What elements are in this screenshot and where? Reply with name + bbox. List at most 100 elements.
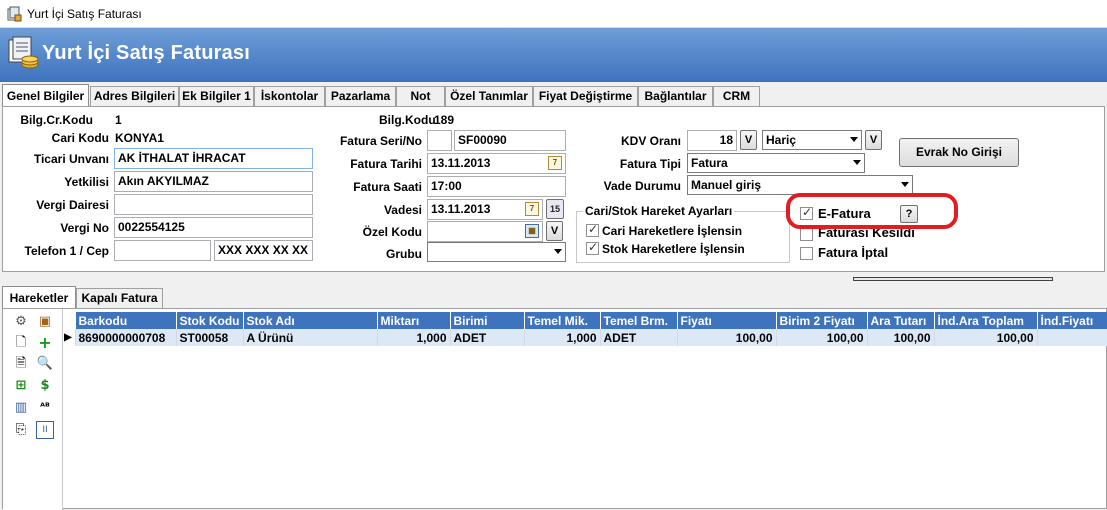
grid-cell[interactable]: ADET: [450, 329, 525, 346]
fatura-iptal-checkbox[interactable]: [800, 247, 813, 260]
add-icon[interactable]: +: [36, 334, 54, 352]
fatura-saati-input[interactable]: 17:00: [427, 176, 566, 197]
column-header[interactable]: Fiyatı: [677, 312, 777, 329]
grid-cell[interactable]: 1,000: [524, 329, 601, 346]
kdv-tipi-select[interactable]: Hariç: [762, 130, 862, 150]
search-icon[interactable]: 🔍: [36, 355, 54, 373]
table-row[interactable]: ▶ 8690000000708 ST00058 A Ürünü 1,000 AD…: [64, 329, 1107, 346]
cep-input[interactable]: XXX XXX XX XX: [214, 240, 313, 261]
grid-cell[interactable]: ST00058: [176, 329, 244, 346]
grid-cell[interactable]: 100,00: [867, 329, 935, 346]
insert-row-icon[interactable]: ⊞: [12, 377, 30, 395]
ozel-kodu-input[interactable]: ▦: [427, 221, 543, 242]
tab-fiyat-degistirme[interactable]: Fiyat Değiştirme: [533, 86, 638, 106]
column-header[interactable]: Stok Adı: [243, 312, 378, 329]
ozel-kodu-v-button[interactable]: V: [546, 221, 563, 241]
yetkilisi-input[interactable]: Akın AKYILMAZ: [114, 171, 313, 192]
telefon-label: Telefon 1 / Cep: [24, 244, 109, 258]
stok-hareket-checkbox[interactable]: [586, 240, 599, 255]
fatura-seri-input[interactable]: [427, 130, 452, 151]
grid-cell[interactable]: 10: [1037, 329, 1107, 346]
fatura-tipi-label: Fatura Tipi: [619, 157, 681, 171]
column-header[interactable]: İnd.Fiyatı: [1037, 312, 1107, 329]
column-header[interactable]: Temel Mik.: [524, 312, 601, 329]
lookup-icon[interactable]: ▦: [525, 224, 539, 238]
evrak-no-girisi-button[interactable]: Evrak No Girişi: [899, 138, 1019, 167]
bilg-kodu-value: 189: [434, 113, 455, 127]
column-header[interactable]: Miktarı: [377, 312, 451, 329]
tab-pazarlama[interactable]: Pazarlama: [325, 86, 396, 106]
tab-adres-bilgileri[interactable]: Adres Bilgileri: [90, 86, 179, 106]
row-indicator-icon: ▶: [64, 329, 76, 346]
grid-cell[interactable]: A Ürünü: [243, 329, 378, 346]
warehouse-icon[interactable]: ▥: [12, 399, 30, 417]
grid-cell[interactable]: 100,00: [776, 329, 868, 346]
fatura-tipi-select[interactable]: Fatura: [687, 153, 865, 173]
general-info-panel: Bilg.Cr.Kodu 1 Cari Kodu KONYA1 Ticari U…: [2, 106, 1105, 272]
vergi-dairesi-input[interactable]: [114, 194, 313, 215]
telefon1-input[interactable]: [114, 240, 211, 261]
fatura-saati-label: Fatura Saati: [353, 180, 422, 194]
faturasi-kesildi-checkbox[interactable]: [800, 228, 813, 241]
column-header[interactable]: Barkodu: [75, 312, 177, 329]
chevron-down-icon: [554, 249, 562, 254]
calendar-icon[interactable]: 7: [548, 156, 562, 170]
date-picker-button[interactable]: 15: [546, 199, 564, 219]
settings-gear-icon[interactable]: ⚙: [12, 313, 30, 331]
highlight-ellipse: [786, 193, 958, 229]
grid-cell[interactable]: 100,00: [677, 329, 777, 346]
tab-crm[interactable]: CRM: [713, 86, 760, 106]
movements-panel: ⚙ ▣ 🗋 + 🗎 🔍 ⊞ $ ▥ ᴬᴮ ⎘ II Barkodu Stok K…: [2, 308, 1107, 510]
vadesi-input[interactable]: 13.11.2013 7: [427, 199, 543, 220]
app-icon: [7, 6, 22, 22]
tab-ek-bilgiler-1[interactable]: Ek Bilgiler 1: [179, 86, 254, 106]
kdv-tipi-v-button[interactable]: V: [865, 130, 882, 150]
fatura-tarihi-input[interactable]: 13.11.2013 7: [427, 153, 566, 174]
grubu-label: Grubu: [386, 247, 422, 261]
text-replace-icon[interactable]: ᴬᴮ: [36, 399, 54, 417]
chevron-down-icon: [850, 137, 858, 142]
tab-ozel-tanimlar[interactable]: Özel Tanımlar: [445, 86, 533, 106]
vergi-no-input[interactable]: 0022554125: [114, 217, 313, 238]
tab-baglantilar[interactable]: Bağlantılar: [638, 86, 713, 106]
pause-icon[interactable]: II: [36, 421, 54, 439]
kdv-orani-input[interactable]: 18: [687, 130, 737, 151]
calendar-icon[interactable]: 7: [525, 202, 539, 216]
tab-not[interactable]: Not: [396, 86, 445, 106]
bilg-kodu-label: Bilg.Kodu: [379, 113, 436, 127]
chevron-down-icon: [901, 182, 909, 187]
grid-cell[interactable]: 8690000000708: [75, 329, 177, 346]
grid-cell[interactable]: ADET: [600, 329, 678, 346]
column-header[interactable]: Ara Tutarı: [867, 312, 935, 329]
stok-hareket-label: Stok Hareketlere İşlensin: [602, 242, 745, 256]
package-icon[interactable]: ▣: [36, 313, 54, 331]
tab-iskontolar[interactable]: İskontolar: [254, 86, 325, 106]
price-icon[interactable]: $: [36, 377, 54, 395]
vadesi-value: 13.11.2013: [431, 202, 491, 216]
grubu-select[interactable]: [427, 242, 566, 262]
column-header[interactable]: Birim 2 Fiyatı: [776, 312, 868, 329]
movements-grid: Barkodu Stok Kodu Stok Adı Miktarı Birim…: [64, 312, 1107, 507]
column-header[interactable]: Birimi: [450, 312, 525, 329]
document-icon[interactable]: 🗎: [12, 355, 30, 373]
kdv-v-button[interactable]: V: [740, 130, 757, 150]
tab-hareketler[interactable]: Hareketler: [2, 286, 76, 309]
new-document-icon[interactable]: 🗋: [12, 334, 30, 352]
column-header[interactable]: Stok Kodu: [176, 312, 244, 329]
vade-durumu-select[interactable]: Manuel giriş: [687, 175, 913, 195]
column-header[interactable]: İnd.Ara Toplam: [934, 312, 1038, 329]
cari-hareket-checkbox[interactable]: [586, 222, 599, 237]
grid-cell[interactable]: 1,000: [377, 329, 451, 346]
bilg-cr-kodu-label: Bilg.Cr.Kodu: [20, 113, 93, 127]
fatura-tipi-value: Fatura: [691, 156, 728, 170]
splitter-handle[interactable]: [853, 277, 1053, 281]
fatura-no-input[interactable]: SF00090: [454, 130, 566, 151]
grid-cell[interactable]: 100,00: [934, 329, 1038, 346]
bilg-cr-kodu-value: 1: [115, 113, 122, 127]
column-header[interactable]: Temel Brm.: [600, 312, 678, 329]
chevron-down-icon: [853, 160, 861, 165]
ticari-unvani-input[interactable]: AK İTHALAT İHRACAT: [114, 148, 313, 169]
copy-document-icon[interactable]: ⎘: [12, 421, 30, 439]
tab-kapali-fatura[interactable]: Kapalı Fatura: [76, 288, 163, 308]
tab-genel-bilgiler[interactable]: Genel Bilgiler: [2, 84, 89, 107]
